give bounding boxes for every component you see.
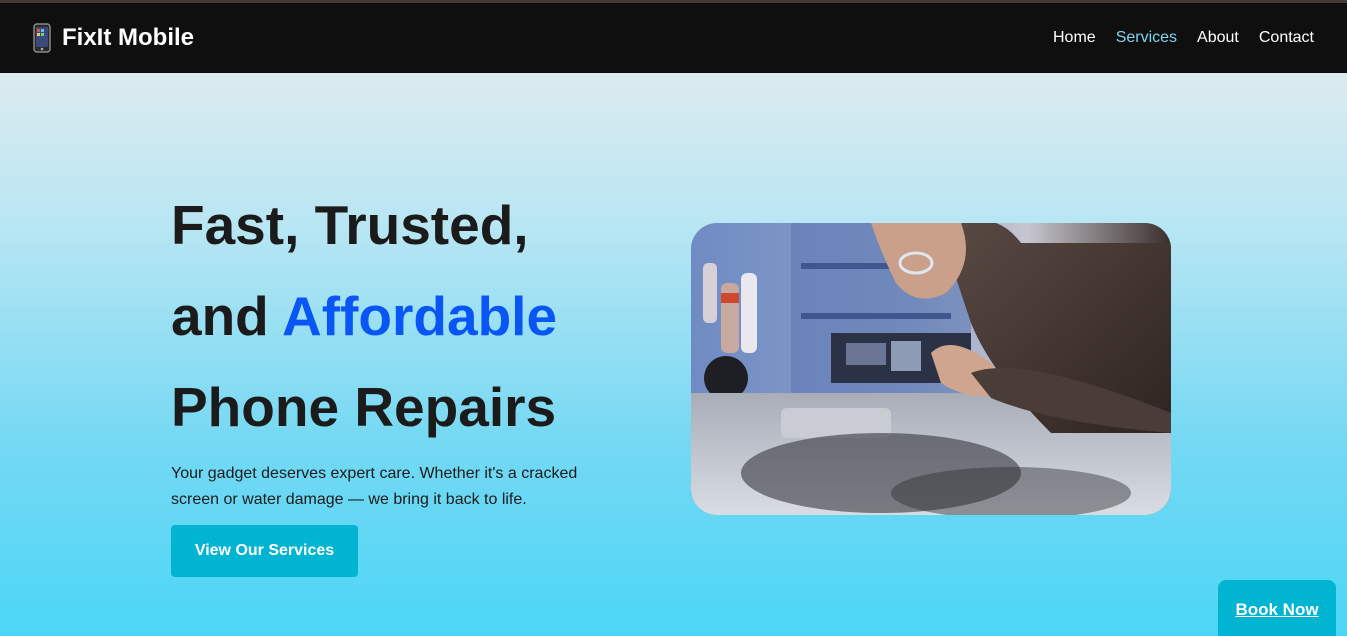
main-nav: Home Services About Contact <box>1053 29 1314 47</box>
brand-name: FixIt Mobile <box>62 24 194 51</box>
nav-home[interactable]: Home <box>1053 29 1096 47</box>
navbar: FixIt Mobile Home Services About Contact <box>0 3 1347 73</box>
hero-text: Fast, Trusted, and Affordable Phone Repa… <box>171 180 631 577</box>
headline-line-2: and Affordable <box>171 271 631 362</box>
book-now-button[interactable]: Book Now <box>1218 580 1336 636</box>
nav-contact[interactable]: Contact <box>1259 29 1314 47</box>
brand[interactable]: FixIt Mobile <box>30 23 194 53</box>
headline-line-3: Phone Repairs <box>171 376 557 438</box>
nav-services[interactable]: Services <box>1116 29 1177 47</box>
headline-line-1: Fast, Trusted, <box>171 194 529 256</box>
nav-about[interactable]: About <box>1197 29 1239 47</box>
mobile-phone-icon <box>30 23 54 53</box>
hero-description: Your gadget deserves expert care. Whethe… <box>171 465 578 508</box>
view-services-button[interactable]: View Our Services <box>171 525 358 577</box>
hero-headline: Fast, Trusted, and Affordable Phone Repa… <box>171 180 631 453</box>
headline-prefix: and <box>171 285 269 347</box>
technician-repairing-phone-photo <box>691 223 1171 515</box>
headline-accent: Affordable <box>282 285 558 347</box>
